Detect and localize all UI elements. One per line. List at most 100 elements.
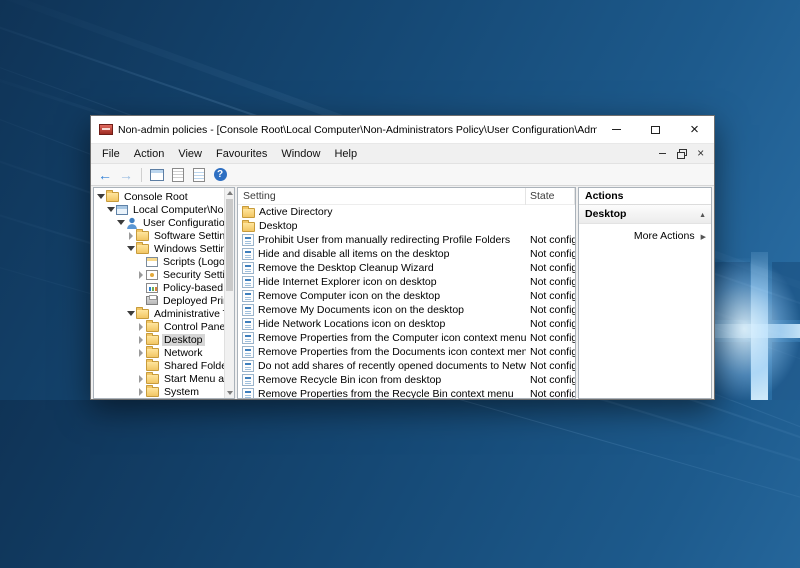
scroll-down-icon[interactable] [225,388,234,398]
tree-item-scripts-logon[interactable]: Scripts (Logon/ [94,255,224,268]
close-icon [690,121,699,139]
setting-row[interactable]: Remove Properties from the Recycle Bin c… [238,387,575,399]
collapsed-chevron-icon[interactable] [136,349,146,357]
menu-favourites[interactable]: Favourites [209,148,274,160]
setting-cell: Prohibit User from manually redirecting … [238,234,526,246]
setting-row[interactable]: Remove Computer icon on the desktop Not c… [238,289,575,303]
console-tree-icon[interactable] [148,166,166,184]
collapsed-chevron-icon[interactable] [136,388,146,396]
folder-icon [136,242,149,254]
tree-scrollbar[interactable] [224,188,234,398]
user-icon [126,216,138,229]
setting-label: Remove My Documents icon on the desktop [258,304,465,316]
back-icon[interactable] [96,166,114,184]
state-cell: Not configu [530,234,575,246]
close-button[interactable] [675,116,714,143]
state-cell: Not configu [530,262,575,274]
menu-window[interactable]: Window [274,148,327,160]
tree-item-network[interactable]: Network [94,346,224,359]
folder-icon [146,372,159,384]
tree-item-local-computer-non-adm[interactable]: Local Computer\Non-Adm [94,203,224,216]
expanded-chevron-icon[interactable] [126,311,136,316]
help-icon[interactable] [211,166,229,184]
collapsed-chevron-icon[interactable] [126,232,136,240]
scripts-icon [146,256,158,267]
setting-label: Hide Network Locations icon on desktop [258,318,446,330]
expanded-chevron-icon[interactable] [96,194,106,199]
setting-row[interactable]: Remove the Desktop Cleanup Wizard Not con… [238,261,575,275]
tree-item-administrative-temp[interactable]: Administrative Temp [94,307,224,320]
tree-item-policy-based-q[interactable]: Policy-based Q [94,281,224,294]
setting-cell: Remove Properties from the Computer icon… [238,332,526,344]
export-list-icon[interactable] [190,166,208,184]
menu-view[interactable]: View [171,148,209,160]
menu-action[interactable]: Action [127,148,172,160]
setting-label: Desktop [259,220,298,232]
setting-row[interactable]: Remove Properties from the Computer icon… [238,331,575,345]
policy-icon [242,346,254,358]
tree-item-windows-settings[interactable]: Windows Settings [94,242,224,255]
setting-row[interactable]: Hide Network Locations icon on desktop No… [238,317,575,331]
column-header-state[interactable]: State [526,188,575,205]
folder-icon [136,307,149,319]
tree-item-system[interactable]: System [94,385,224,398]
setting-row[interactable]: Hide and disable all items on the deskto… [238,247,575,261]
forward-icon[interactable] [117,166,135,184]
more-actions[interactable]: More Actions [579,224,711,242]
toolbar-separator [141,167,142,182]
menu-help[interactable]: Help [327,148,364,160]
tree-item-software-settings[interactable]: Software Settings [94,229,224,242]
setting-row[interactable]: Active Directory [238,205,575,219]
setting-row[interactable]: Remove My Documents icon on the desktop N… [238,303,575,317]
folder-icon [146,320,159,332]
menu-file[interactable]: File [95,148,127,160]
setting-row[interactable]: Do not add shares of recently opened doc… [238,359,575,373]
tree-item-user-configuration[interactable]: User Configuration [94,216,224,229]
tree-item-desktop[interactable]: Desktop [94,333,224,346]
tree-item-shared-folders[interactable]: Shared Folders [94,359,224,372]
tree-item-label: User Configuration [143,216,224,229]
expanded-chevron-icon[interactable] [126,246,136,251]
scroll-up-icon[interactable] [225,188,234,198]
tree-item-start-menu-and[interactable]: Start Menu and [94,372,224,385]
folder-icon [242,220,255,232]
folder-icon [242,206,255,218]
minimize-button[interactable] [597,116,636,143]
actions-group-header[interactable]: Desktop [579,205,711,224]
expanded-chevron-icon[interactable] [116,220,126,225]
tree-item-label: Local Computer\Non-Adm [133,203,224,216]
tree-item-label: Console Root [124,190,188,203]
setting-label: Remove Properties from the Recycle Bin c… [258,388,514,399]
child-restore-icon [676,148,687,159]
setting-label: Do not add shares of recently opened doc… [258,360,526,372]
tree-item-control-panel[interactable]: Control Panel [94,320,224,333]
column-header-setting[interactable]: Setting [238,188,526,205]
child-close-button[interactable] [691,146,710,162]
collapse-arrow-icon[interactable] [699,208,706,220]
collapsed-chevron-icon[interactable] [136,271,146,279]
setting-row[interactable]: Remove Recycle Bin icon from desktop Not … [238,373,575,387]
setting-cell: Desktop [238,220,526,232]
tree-item-deployed-printe[interactable]: Deployed Printe [94,294,224,307]
setting-row[interactable]: Desktop [238,219,575,233]
setting-row[interactable]: Prohibit User from manually redirecting … [238,233,575,247]
child-restore-button[interactable] [672,146,691,162]
tree-item-label: Network [164,346,203,359]
collapsed-chevron-icon[interactable] [136,336,146,344]
tree-item-security-setting[interactable]: Security Setting [94,268,224,281]
properties-icon[interactable] [169,166,187,184]
maximize-button[interactable] [636,116,675,143]
menu-items: File Action View Favourites Window Help [95,144,364,164]
collapsed-chevron-icon[interactable] [136,323,146,331]
title-bar[interactable]: Non-admin policies - [Console Root\Local… [91,116,714,143]
collapsed-chevron-icon[interactable] [136,375,146,383]
scrollbar-thumb[interactable] [226,199,233,291]
child-minimize-button[interactable] [653,146,672,162]
expanded-chevron-icon[interactable] [106,207,116,212]
policy-icon [242,290,254,302]
folder-icon [146,359,159,371]
tree-item-console-root[interactable]: Console Root [94,190,224,203]
security-icon [146,269,158,280]
setting-row[interactable]: Remove Properties from the Documents ico… [238,345,575,359]
setting-row[interactable]: Hide Internet Explorer icon on desktop No… [238,275,575,289]
